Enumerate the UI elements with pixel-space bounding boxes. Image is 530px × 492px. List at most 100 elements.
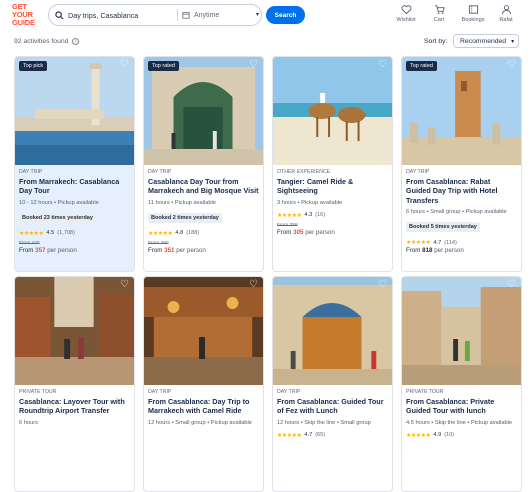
- price-suffix: per person: [176, 246, 206, 254]
- wishlist-heart-icon[interactable]: ♡: [506, 280, 517, 291]
- activity-title[interactable]: From Casablanca: Guided Tour of Fez with…: [277, 397, 388, 416]
- review-count: (114): [444, 239, 457, 246]
- activity-image[interactable]: ♡: [273, 277, 392, 385]
- activity-title[interactable]: From Casablanca: Day Trip to Marrakech w…: [148, 397, 259, 416]
- activity-card[interactable]: ♡ PRIVATE TOUR From Casablanca: Private Gu…: [401, 276, 522, 492]
- activity-title[interactable]: Tangier: Camel Ride & Sightseeing: [277, 177, 388, 196]
- results-count-text: 92 activities found: [14, 38, 69, 45]
- rating-value: 4.3: [304, 212, 313, 219]
- wishlist-heart-icon[interactable]: ♡: [377, 60, 388, 71]
- activity-image[interactable]: ♡: [402, 277, 521, 385]
- info-icon[interactable]: i: [72, 38, 80, 45]
- activity-card[interactable]: ♡ OTHER EXPERIENCE Tangier: Camel Ride & S…: [272, 56, 393, 272]
- date-picker[interactable]: Anytime: [182, 5, 219, 25]
- top-header: GET YOUR GUIDE Day trips, Casablanca Any…: [0, 0, 530, 32]
- activity-card[interactable]: Top pick ♡ DAY TRIP From Marrakech: Casabla…: [14, 56, 135, 272]
- activity-card[interactable]: Top rated ♡ DAY TRIP From Casablanca: Rabat…: [401, 56, 522, 272]
- rating: ★★★★★ 4.3 (16): [277, 212, 388, 219]
- search-bar: Day trips, Casablanca Anytime ▾: [48, 4, 262, 26]
- activity-category: PRIVATE TOUR: [406, 389, 444, 395]
- nav-cart[interactable]: Cart: [423, 4, 455, 23]
- nav-label: Bookings: [461, 17, 485, 23]
- stars-icon: ★★★★★: [406, 432, 431, 439]
- nav-label: Cart: [433, 17, 445, 23]
- rating: ★★★★★ 4.9 (10): [406, 432, 517, 439]
- activity-category: OTHER EXPERIENCE: [277, 169, 331, 175]
- price-prefix: From: [148, 246, 163, 254]
- activity-card[interactable]: ♡ DAY TRIP From Casablanca: Day Trip to Ma…: [143, 276, 264, 492]
- activity-image[interactable]: ♡: [15, 277, 134, 385]
- price-value: 818: [422, 247, 433, 255]
- price-suffix: per person: [305, 228, 335, 236]
- search-query-text: Day trips, Casablanca: [68, 10, 139, 20]
- activity-meta: 12 hours • Skip the line • Small group: [277, 419, 371, 426]
- activity-card[interactable]: ♡ DAY TRIP From Casablanca: Guided Tour of…: [272, 276, 393, 492]
- activity-title[interactable]: Casablanca: Layover Tour with Roundtrip …: [19, 397, 130, 416]
- activity-image[interactable]: Top rated ♡: [402, 57, 521, 165]
- activity-card[interactable]: ♡ PRIVATE TOUR Casablanca: Layover Tour wi…: [14, 276, 135, 492]
- heart-icon: [401, 5, 411, 15]
- chevron-down-icon: ▾: [511, 38, 515, 45]
- activity-meta: 10 - 12 hours • Pickup available: [19, 199, 99, 206]
- activity-category: DAY TRIP: [406, 169, 430, 175]
- logo-line-3: GUIDE: [12, 18, 35, 27]
- price-value: 305: [293, 228, 304, 236]
- nav-wishlist[interactable]: Wishlist: [390, 4, 422, 23]
- rating: ★★★★★ 4.7 (65): [277, 432, 388, 439]
- wishlist-heart-icon[interactable]: ♡: [377, 280, 388, 291]
- activity-image[interactable]: Top rated ♡: [144, 57, 263, 165]
- activity-image[interactable]: Top pick ♡: [15, 57, 134, 165]
- rating-value: 4.5: [46, 230, 55, 237]
- price-prefix: From: [406, 247, 421, 255]
- wishlist-heart-icon[interactable]: ♡: [119, 60, 130, 71]
- sort-dropdown[interactable]: Recommended ▾: [453, 34, 519, 48]
- review-count: (16): [315, 212, 326, 219]
- badge: Top rated: [148, 61, 179, 71]
- search-input[interactable]: Day trips, Casablanca: [55, 5, 138, 25]
- search-divider: [177, 9, 178, 21]
- search-button[interactable]: Search: [266, 6, 305, 24]
- original-price: From 420: [19, 240, 40, 246]
- activity-title[interactable]: From Marrakech: Casablanca Day Tour: [19, 177, 130, 196]
- getyourguide-logo[interactable]: GET YOUR GUIDE: [12, 3, 42, 27]
- activity-image[interactable]: ♡: [144, 277, 263, 385]
- activity-category: PRIVATE TOUR: [19, 389, 57, 395]
- results-count: 92 activities found i: [14, 38, 80, 45]
- chevron-down-icon[interactable]: ▾: [256, 11, 259, 18]
- wishlist-heart-icon[interactable]: ♡: [248, 60, 259, 71]
- rating: ★★★★★ 4.8 (188): [148, 230, 259, 237]
- price-prefix: From: [277, 228, 292, 236]
- activity-title[interactable]: From Casablanca: Private Guided Tour wit…: [406, 397, 517, 416]
- activity-image[interactable]: ♡: [273, 57, 392, 165]
- price: From 305 per person: [277, 229, 388, 236]
- price-suffix: per person: [434, 247, 464, 255]
- price-prefix: From: [19, 246, 34, 254]
- activity-title[interactable]: Casablanca Day Tour from Marrakech and B…: [148, 177, 259, 196]
- activity-category: DAY TRIP: [277, 389, 301, 395]
- nav-profile[interactable]: Rafat: [490, 4, 522, 23]
- nav-label: Wishlist: [396, 17, 416, 23]
- stars-icon: ★★★★★: [148, 230, 173, 237]
- ticket-icon: [468, 5, 478, 14]
- rating: ★★★★★ 4.5 (1,708): [19, 230, 130, 237]
- wishlist-heart-icon[interactable]: ♡: [119, 280, 130, 291]
- rating-value: 4.9: [433, 432, 442, 439]
- badge: Top rated: [406, 61, 437, 71]
- wishlist-heart-icon[interactable]: ♡: [506, 60, 517, 71]
- date-text: Anytime: [194, 11, 220, 19]
- nav-bookings[interactable]: Bookings: [457, 4, 489, 23]
- price-value: 351: [164, 246, 175, 254]
- activity-card[interactable]: Top rated ♡ DAY TRIP Casablanca Day Tour fr…: [143, 56, 264, 272]
- sort-label: Sort by:: [424, 38, 448, 45]
- cart-icon: [434, 5, 445, 14]
- wishlist-heart-icon[interactable]: ♡: [248, 280, 259, 291]
- activity-category: DAY TRIP: [19, 169, 43, 175]
- activity-meta: 12 hours • Small group • Pickup availabl…: [148, 419, 252, 426]
- activity-meta: 6 hours • Small group • Pickup available: [406, 209, 507, 216]
- stars-icon: ★★★★★: [19, 230, 44, 237]
- search-icon: [55, 10, 64, 19]
- review-count: (65): [315, 432, 326, 439]
- original-price: From 390: [148, 240, 169, 246]
- nav-label: Rafat: [499, 17, 513, 23]
- activity-title[interactable]: From Casablanca: Rabat Guided Day Trip w…: [406, 177, 517, 205]
